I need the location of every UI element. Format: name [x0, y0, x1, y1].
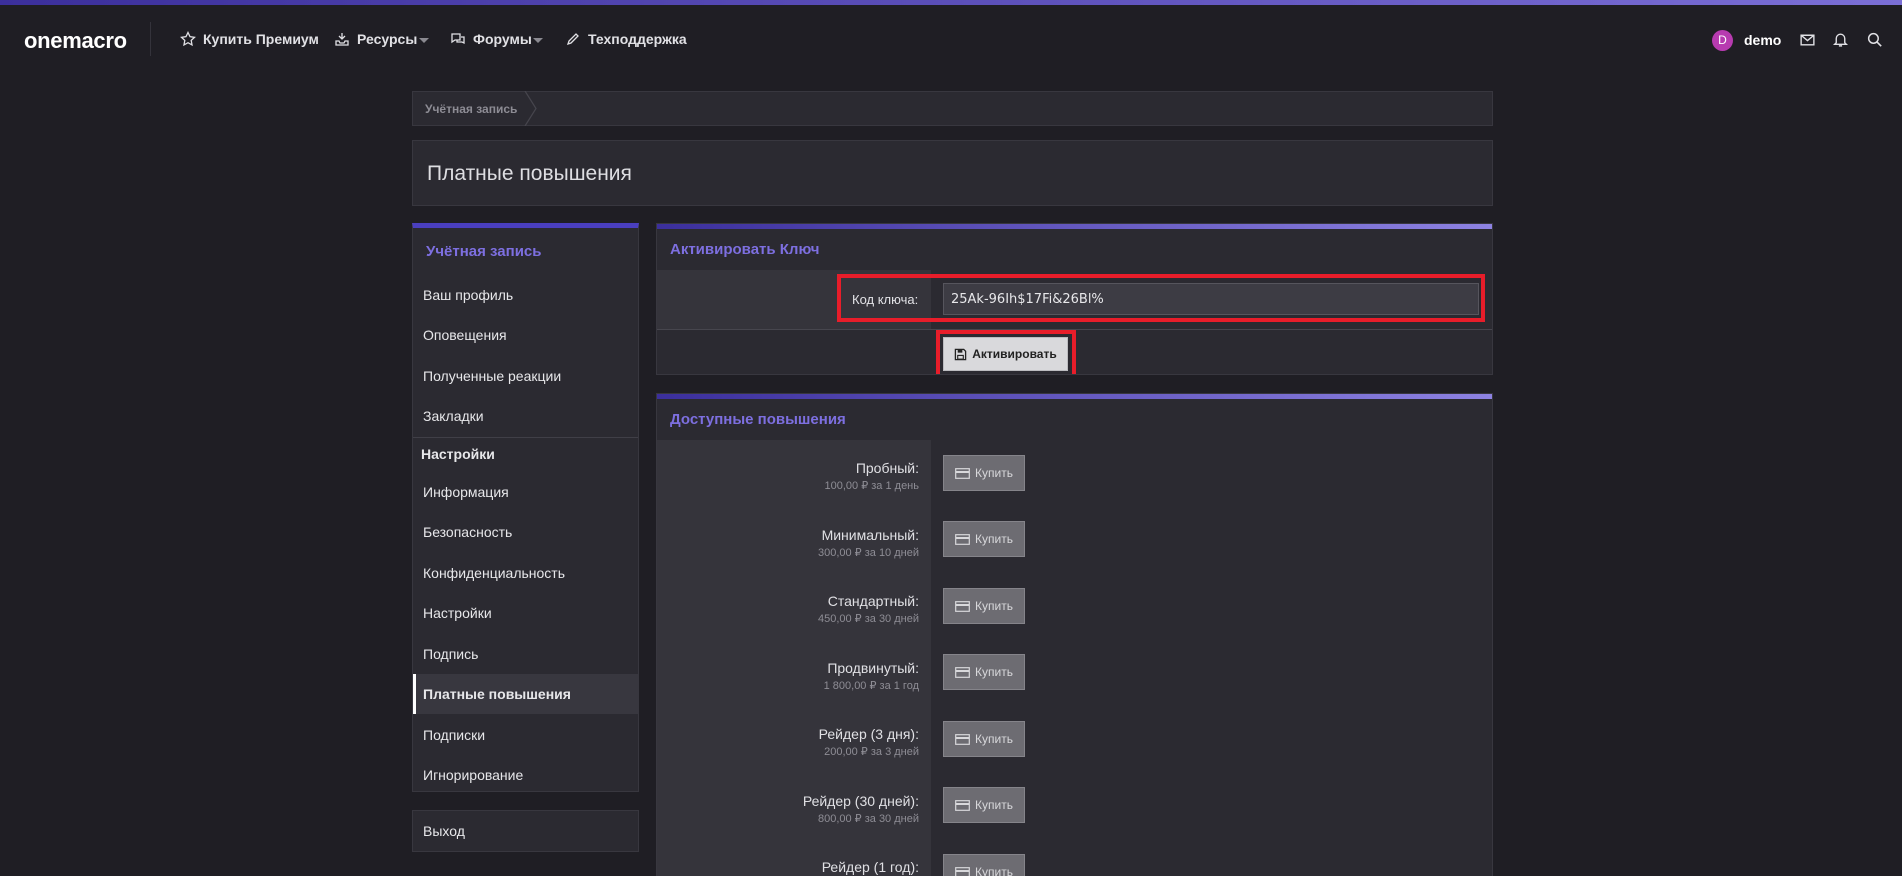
- nav-forums[interactable]: Форумы: [450, 31, 532, 47]
- sidebar-item-alerts[interactable]: Оповещения: [423, 327, 507, 343]
- upgrade-name: Пробный:: [855, 460, 919, 476]
- search-icon[interactable]: [1866, 31, 1883, 48]
- mail-icon[interactable]: [1799, 31, 1816, 48]
- sidebar-heading: Учётная запись: [426, 243, 542, 260]
- upgrade-price: 200,00 ₽ за 3 дней: [824, 746, 919, 758]
- upgrade-price: 1 800,00 ₽ за 1 год: [823, 680, 919, 692]
- upgrade-name: Стандартный:: [827, 593, 919, 609]
- panel-title: Активировать Ключ: [670, 241, 820, 258]
- upgrade-name: Минимальный:: [821, 527, 919, 543]
- navbar-divider: [150, 22, 151, 56]
- bell-icon[interactable]: [1832, 31, 1849, 48]
- available-upgrades-panel: Доступные повышения Пробный: 100,00 ₽ за…: [656, 393, 1493, 876]
- logout-link[interactable]: Выход: [423, 823, 465, 839]
- nav-buy-premium[interactable]: Купить Премиум: [180, 31, 319, 47]
- site-logo[interactable]: onemacro: [24, 28, 127, 54]
- breadcrumb-separator: [524, 91, 537, 126]
- credit-card-icon: [955, 733, 970, 745]
- buy-button-label: Купить: [975, 599, 1013, 613]
- credit-card-icon: [955, 467, 970, 479]
- upgrade-name: Рейдер (30 дней):: [802, 793, 919, 809]
- nav-resources[interactable]: Ресурсы: [334, 31, 417, 47]
- nav-support[interactable]: Техподдержка: [565, 31, 687, 47]
- highlight-box: [936, 330, 1076, 374]
- pencil-icon: [566, 33, 579, 46]
- buy-button-label: Купить: [975, 466, 1013, 480]
- chevron-down-icon[interactable]: [533, 38, 543, 43]
- credit-card-icon: [955, 600, 970, 612]
- star-icon: [180, 31, 196, 47]
- sidebar-item-paid-upgrades[interactable]: Платные повышения: [423, 686, 571, 702]
- credit-card-icon: [955, 799, 970, 811]
- activate-key-panel: Активировать Ключ Код ключа: Активироват…: [656, 223, 1493, 375]
- upgrade-price: 100,00 ₽ за 1 день: [824, 480, 920, 492]
- credit-card-icon: [955, 533, 970, 545]
- logout-box: Выход: [412, 810, 639, 852]
- buy-button[interactable]: Купить: [943, 521, 1025, 557]
- nav-label: Форумы: [473, 31, 532, 47]
- upgrade-name: Рейдер (3 дня):: [818, 726, 919, 742]
- username[interactable]: demo: [1744, 32, 1781, 48]
- chat-bubbles-icon: [451, 33, 465, 45]
- sidebar-divider: [413, 437, 638, 438]
- sidebar-item-ignoring[interactable]: Игнорирование: [423, 767, 523, 783]
- sidebar-item-profile[interactable]: Ваш профиль: [423, 287, 513, 303]
- buy-button[interactable]: Купить: [943, 787, 1025, 823]
- top-accent-line: [0, 0, 1902, 5]
- avatar[interactable]: D: [1712, 30, 1733, 51]
- sidebar-item-signature[interactable]: Подпись: [423, 646, 478, 662]
- account-sidebar: Учётная запись Ваш профиль Оповещения По…: [412, 223, 639, 792]
- sidebar-item-privacy[interactable]: Конфиденциальность: [423, 565, 565, 581]
- upgrade-price: 300,00 ₽ за 10 дней: [817, 547, 919, 559]
- download-tray-icon: [335, 33, 349, 46]
- page-title: Платные повышения: [427, 162, 632, 185]
- buy-button[interactable]: Купить: [943, 588, 1025, 624]
- buy-button-label: Купить: [975, 798, 1013, 812]
- upgrade-price: 800,00 ₽ за 30 дней: [817, 813, 919, 825]
- buy-button[interactable]: Купить: [943, 854, 1025, 876]
- buy-button[interactable]: Купить: [943, 654, 1025, 690]
- buy-button-label: Купить: [975, 865, 1013, 876]
- nav-label: Купить Премиум: [203, 31, 319, 47]
- page-header: Платные повышения: [412, 140, 1493, 206]
- sidebar-item-reactions[interactable]: Полученные реакции: [423, 368, 561, 384]
- buy-button-label: Купить: [975, 665, 1013, 679]
- buy-button[interactable]: Купить: [943, 455, 1025, 491]
- sidebar-item-bookmarks[interactable]: Закладки: [423, 408, 484, 424]
- chevron-down-icon[interactable]: [419, 38, 429, 43]
- nav-label: Техподдержка: [588, 31, 687, 47]
- panel-accent-bar: [657, 394, 1492, 399]
- sidebar-item-security[interactable]: Безопасность: [423, 524, 512, 540]
- sidebar-item-information[interactable]: Информация: [423, 484, 509, 500]
- buy-button-label: Купить: [975, 532, 1013, 546]
- panel-accent-bar: [657, 224, 1492, 229]
- upgrade-name: Продвинутый:: [827, 660, 919, 676]
- upgrade-name: Рейдер (1 год):: [821, 859, 919, 875]
- nav-label: Ресурсы: [357, 31, 418, 47]
- credit-card-icon: [955, 666, 970, 678]
- sidebar-item-subscriptions[interactable]: Подписки: [423, 727, 485, 743]
- panel-title: Доступные повышения: [670, 411, 846, 428]
- sidebar-item-preferences[interactable]: Настройки: [423, 605, 492, 621]
- highlight-box: [837, 274, 1485, 322]
- form-label-column: [657, 440, 931, 876]
- buy-button[interactable]: Купить: [943, 721, 1025, 757]
- breadcrumb: Учётная запись: [412, 91, 1493, 126]
- sidebar-section-settings: Настройки: [421, 446, 495, 462]
- breadcrumb-item-account[interactable]: Учётная запись: [425, 102, 517, 116]
- upgrade-price: 450,00 ₽ за 30 дней: [817, 613, 919, 625]
- credit-card-icon: [955, 866, 970, 876]
- buy-button-label: Купить: [975, 732, 1013, 746]
